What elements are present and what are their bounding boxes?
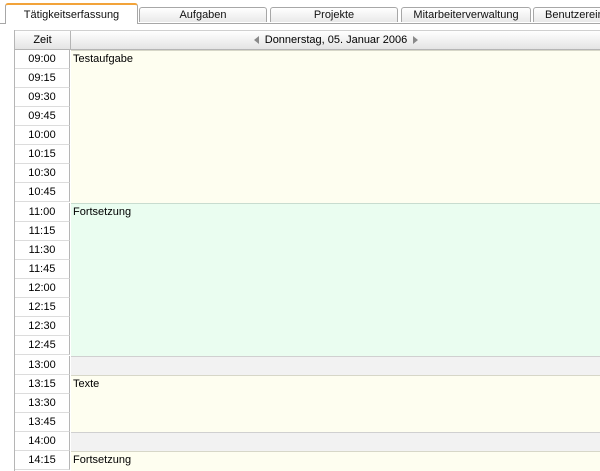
time-slot[interactable]: 13:00	[15, 356, 70, 375]
time-slot[interactable]: 11:45	[15, 260, 70, 279]
day-calendar: Zeit Donnerstag, 05. Januar 2006 09:00 0…	[14, 30, 600, 471]
time-slot[interactable]: 13:30	[15, 394, 70, 413]
time-slot[interactable]: 09:15	[15, 69, 70, 88]
time-slot[interactable]: 10:15	[15, 145, 70, 164]
time-slot[interactable]: 11:30	[15, 241, 70, 260]
appointment-block[interactable]: Testaufgabe	[71, 50, 600, 203]
appointment-title: Fortsetzung	[73, 206, 132, 218]
appointment-block[interactable]: Fortsetzung	[71, 451, 600, 471]
empty-slot[interactable]	[71, 356, 600, 375]
time-slot[interactable]: 13:45	[15, 413, 70, 432]
time-column-header: Zeit	[15, 31, 71, 49]
time-slot[interactable]: 10:30	[15, 164, 70, 183]
time-slot[interactable]: 14:00	[15, 432, 70, 451]
time-slot[interactable]: 13:15	[15, 375, 70, 394]
time-slot[interactable]: 09:30	[15, 88, 70, 107]
time-slot[interactable]: 09:45	[15, 107, 70, 126]
time-slot[interactable]: 09:00	[15, 50, 70, 69]
time-slot[interactable]: 12:00	[15, 279, 70, 298]
time-slot[interactable]: 10:45	[15, 183, 70, 202]
current-date-label: Donnerstag, 05. Januar 2006	[264, 34, 408, 46]
tab-taetigkeitserfassung[interactable]: Tätigkeitserfassung	[5, 3, 138, 24]
time-slot[interactable]: 14:15	[15, 451, 70, 470]
appointment-title: Texte	[73, 378, 100, 390]
tab-benutzereinstellungen[interactable]: Benutzerein	[533, 7, 600, 22]
next-day-arrow-icon[interactable]	[413, 36, 419, 44]
time-slot[interactable]: 10:00	[15, 126, 70, 145]
tab-mitarbeiterverwaltung[interactable]: Mitarbeiterverwaltung	[401, 7, 531, 22]
time-slot[interactable]: 12:15	[15, 298, 70, 317]
appointment-title: Fortsetzung	[73, 454, 132, 466]
empty-slot[interactable]	[71, 432, 600, 451]
tab-bar: Tätigkeitserfassung Aufgaben Projekte Mi…	[0, 0, 600, 25]
previous-day-arrow-icon[interactable]	[253, 36, 259, 44]
appointment-title: Testaufgabe	[73, 53, 133, 65]
tab-aufgaben[interactable]: Aufgaben	[139, 7, 267, 22]
time-slot[interactable]: 12:30	[15, 317, 70, 336]
appointment-block[interactable]: Fortsetzung	[71, 203, 600, 356]
time-slot[interactable]: 11:15	[15, 222, 70, 241]
appointment-block[interactable]: Texte	[71, 375, 600, 432]
time-slot[interactable]: 11:00	[15, 203, 70, 222]
tab-projekte[interactable]: Projekte	[270, 7, 398, 22]
calendar-header: Zeit Donnerstag, 05. Januar 2006	[15, 30, 600, 50]
date-navigator: Donnerstag, 05. Januar 2006	[71, 31, 600, 49]
time-slot[interactable]: 12:45	[15, 336, 70, 355]
